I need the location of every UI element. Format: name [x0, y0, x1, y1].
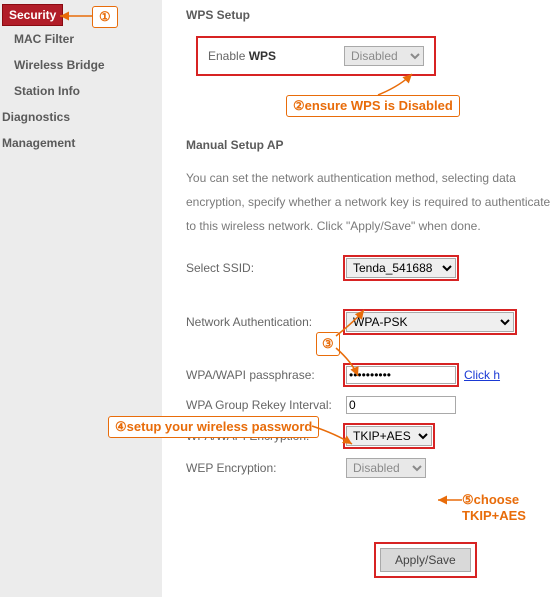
row-auth: Network Authentication: WPA-PSK: [186, 312, 553, 332]
wps-enable-box: Enable WPS Disabled: [196, 36, 436, 76]
pass-label: WPA/WAPI passphrase:: [186, 368, 346, 382]
wps-heading: WPS Setup: [186, 8, 553, 22]
sidebar-item-mac-filter[interactable]: MAC Filter: [0, 26, 162, 52]
row-wep: WEP Encryption: Disabled: [186, 458, 553, 478]
manual-heading: Manual Setup AP: [186, 138, 553, 152]
wps-enable-label: Enable WPS: [208, 49, 276, 63]
sidebar-item-security[interactable]: Security: [2, 4, 63, 26]
enc-label: WPA/WAPI Encryption:: [186, 429, 346, 443]
row-rekey: WPA Group Rekey Interval:: [186, 396, 553, 414]
pass-hint-link[interactable]: Click h: [464, 368, 500, 382]
sidebar-item-management[interactable]: Management: [0, 130, 162, 156]
sidebar-item-diagnostics[interactable]: Diagnostics: [0, 104, 162, 130]
wep-select[interactable]: Disabled: [346, 458, 426, 478]
wps-enable-select[interactable]: Disabled: [344, 46, 424, 66]
auth-label: Network Authentication:: [186, 315, 346, 329]
sidebar-item-wireless-bridge[interactable]: Wireless Bridge: [0, 52, 162, 78]
pass-input[interactable]: [346, 366, 456, 384]
apply-save-button[interactable]: Apply/Save: [380, 548, 471, 572]
manual-description: You can set the network authentication m…: [186, 166, 553, 238]
row-ssid: Select SSID: Tenda_541688: [186, 258, 553, 278]
sidebar-item-station-info[interactable]: Station Info: [0, 78, 162, 104]
wep-label: WEP Encryption:: [186, 461, 346, 475]
row-encryption: WPA/WAPI Encryption: TKIP+AES: [186, 426, 553, 446]
sidebar: Security MAC Filter Wireless Bridge Stat…: [0, 0, 162, 597]
ssid-select[interactable]: Tenda_541688: [346, 258, 456, 278]
enc-select[interactable]: TKIP+AES: [346, 426, 432, 446]
main-panel: WPS Setup Enable WPS Disabled Manual Set…: [162, 0, 553, 597]
row-passphrase: WPA/WAPI passphrase: Click h: [186, 366, 553, 384]
rekey-label: WPA Group Rekey Interval:: [186, 398, 346, 412]
rekey-input[interactable]: [346, 396, 456, 414]
auth-select[interactable]: WPA-PSK: [346, 312, 514, 332]
ssid-label: Select SSID:: [186, 261, 346, 275]
